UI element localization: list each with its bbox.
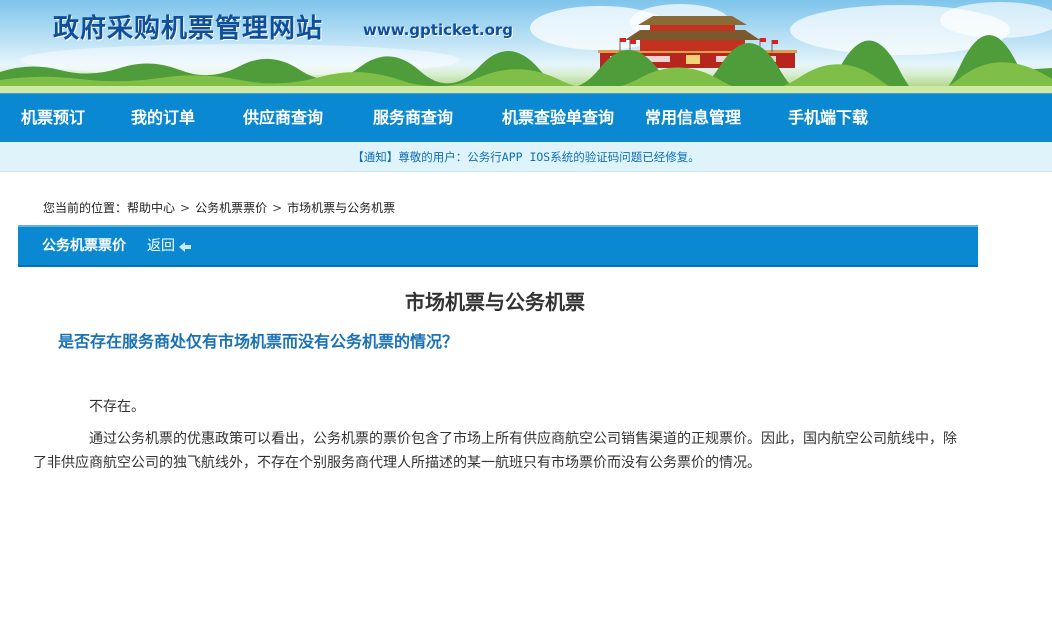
- header-banner: 政府采购机票管理网站 www.gpticket.org: [0, 0, 1052, 93]
- breadcrumb-prefix: 您当前的位置：: [43, 201, 128, 215]
- breadcrumb-item-current: 市场机票与公务机票: [287, 201, 396, 215]
- breadcrumb-separator: >: [272, 201, 283, 215]
- site-url: www.gpticket.org: [363, 21, 514, 39]
- nav-item-common-info-management[interactable]: 常用信息管理: [645, 94, 741, 142]
- faq-answer-body: 通过公务机票的优惠政策可以看出，公务机票的票价包含了市场上所有供应商航空公司销售…: [33, 431, 957, 471]
- main-nav: 机票预订 我的订单 供应商查询 服务商查询 机票查验单查询 常用信息管理 手机端…: [0, 93, 1052, 142]
- nav-item-flight-booking[interactable]: 机票预订: [21, 94, 85, 142]
- breadcrumb-separator: >: [180, 201, 191, 215]
- nav-item-my-orders[interactable]: 我的订单: [131, 94, 195, 142]
- article-title: 市场机票与公务机票: [405, 290, 585, 314]
- back-arrow-icon[interactable]: [179, 242, 191, 252]
- nav-item-ticket-verification-query[interactable]: 机票查验单查询: [502, 94, 614, 142]
- faq-question: 是否存在服务商处仅有市场机票而没有公务机票的情况？: [58, 332, 459, 351]
- nav-item-service-provider-query[interactable]: 服务商查询: [373, 94, 453, 142]
- faq-answer-short: 不存在。: [89, 399, 145, 415]
- notice-bar[interactable]: 【通知】尊敬的用户：公务行APP IOS系统的验证码问题已经修复。: [0, 142, 1052, 172]
- breadcrumb-item-official-fare[interactable]: 公务机票票价: [195, 199, 267, 216]
- back-button[interactable]: 返回: [147, 227, 175, 265]
- breadcrumb: 您当前的位置：帮助中心 > 公务机票票价 > 市场机票与公务机票: [43, 199, 395, 216]
- nav-item-mobile-download[interactable]: 手机端下载: [788, 94, 868, 142]
- site-title: 政府采购机票管理网站: [53, 14, 324, 44]
- section-header: 公务机票票价 返回: [18, 225, 978, 267]
- nav-item-supplier-query[interactable]: 供应商查询: [243, 94, 323, 142]
- section-title: 公务机票票价: [42, 238, 126, 254]
- breadcrumb-item-help-center[interactable]: 帮助中心: [127, 199, 175, 216]
